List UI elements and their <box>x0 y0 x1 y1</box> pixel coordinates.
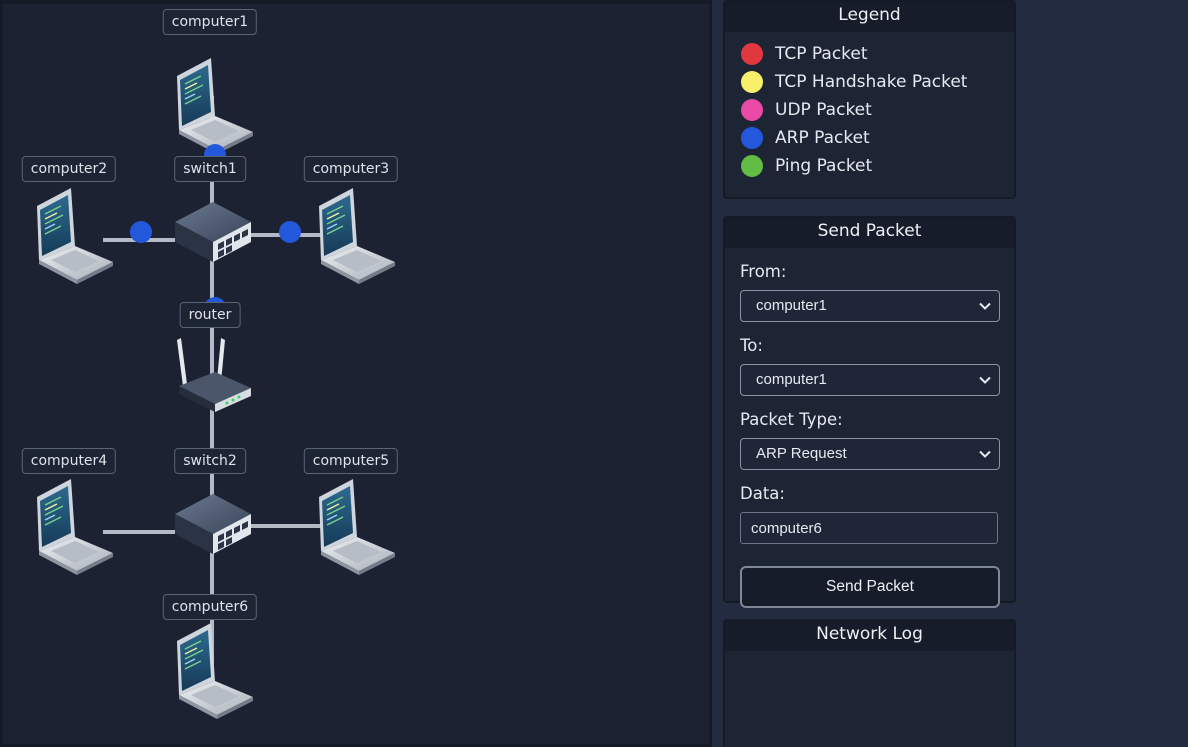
node-label-computer1: computer1 <box>162 9 258 35</box>
legend-label: ARP Packet <box>775 128 870 148</box>
chevron-down-icon <box>979 450 991 458</box>
node-label-router: router <box>179 302 241 328</box>
legend-item-tcp: TCP Packet <box>741 40 1014 68</box>
chevron-down-icon <box>979 302 991 310</box>
tcp-color-dot <box>741 43 763 65</box>
from-label: From: <box>740 262 787 281</box>
packet-type-select[interactable]: ARP Request <box>740 438 1000 470</box>
node-label-computer6: computer6 <box>162 594 258 620</box>
arp-packet <box>279 221 301 243</box>
to-label: To: <box>740 336 763 355</box>
computer1-icon <box>176 57 254 155</box>
legend-item-udp: UDP Packet <box>741 96 1014 124</box>
switch1-icon <box>175 202 251 262</box>
computer2-icon <box>36 187 114 285</box>
computer5-icon <box>318 478 396 576</box>
send-packet-button[interactable]: Send Packet <box>740 566 1000 608</box>
from-select-value: computer1 <box>756 297 827 314</box>
packet-type-select-value: ARP Request <box>756 445 847 462</box>
legend-item-tcp-handshake: TCP Handshake Packet <box>741 68 1014 96</box>
legend-panel: Legend TCP Packet TCP Handshake Packet U… <box>723 0 1016 199</box>
node-label-computer4: computer4 <box>21 448 117 474</box>
node-label-switch2: switch2 <box>174 448 246 474</box>
network-log-title: Network Log <box>725 621 1014 651</box>
node-label-computer2: computer2 <box>21 156 117 182</box>
legend-list: TCP Packet TCP Handshake Packet UDP Pack… <box>725 32 1014 180</box>
send-packet-form: From: computer1 To: computer1 Packet Typ… <box>725 248 1014 608</box>
to-select[interactable]: computer1 <box>740 364 1000 396</box>
legend-title: Legend <box>725 2 1014 32</box>
arp-color-dot <box>741 127 763 149</box>
data-label: Data: <box>740 484 785 503</box>
network-diagram <box>36 57 396 720</box>
switch2-icon <box>175 494 251 554</box>
computer6-icon <box>176 622 254 720</box>
node-label-computer3: computer3 <box>303 156 399 182</box>
legend-label: TCP Handshake Packet <box>775 72 968 92</box>
ping-color-dot <box>741 155 763 177</box>
legend-label: TCP Packet <box>775 44 868 64</box>
from-select[interactable]: computer1 <box>740 290 1000 322</box>
arp-packet <box>130 221 152 243</box>
legend-label: Ping Packet <box>775 156 873 176</box>
send-packet-panel: Send Packet From: computer1 To: computer… <box>723 216 1016 608</box>
legend-item-ping: Ping Packet <box>741 152 1014 180</box>
legend-label: UDP Packet <box>775 100 872 120</box>
to-select-value: computer1 <box>756 371 827 388</box>
packet-type-label: Packet Type: <box>740 410 843 429</box>
computer4-icon <box>36 478 114 576</box>
node-label-switch1: switch1 <box>174 156 246 182</box>
network-canvas[interactable]: computer1 computer2 switch1 computer3 ro… <box>0 0 712 747</box>
node-label-computer5: computer5 <box>303 448 399 474</box>
network-log-panel: Network Log <box>723 619 1016 747</box>
send-packet-title: Send Packet <box>725 218 1014 248</box>
network-log-body[interactable] <box>725 651 1014 747</box>
chevron-down-icon <box>979 376 991 384</box>
udp-color-dot <box>741 99 763 121</box>
data-input[interactable] <box>740 512 998 544</box>
tcp-handshake-color-dot <box>741 71 763 93</box>
legend-item-arp: ARP Packet <box>741 124 1014 152</box>
computer3-icon <box>318 187 396 285</box>
